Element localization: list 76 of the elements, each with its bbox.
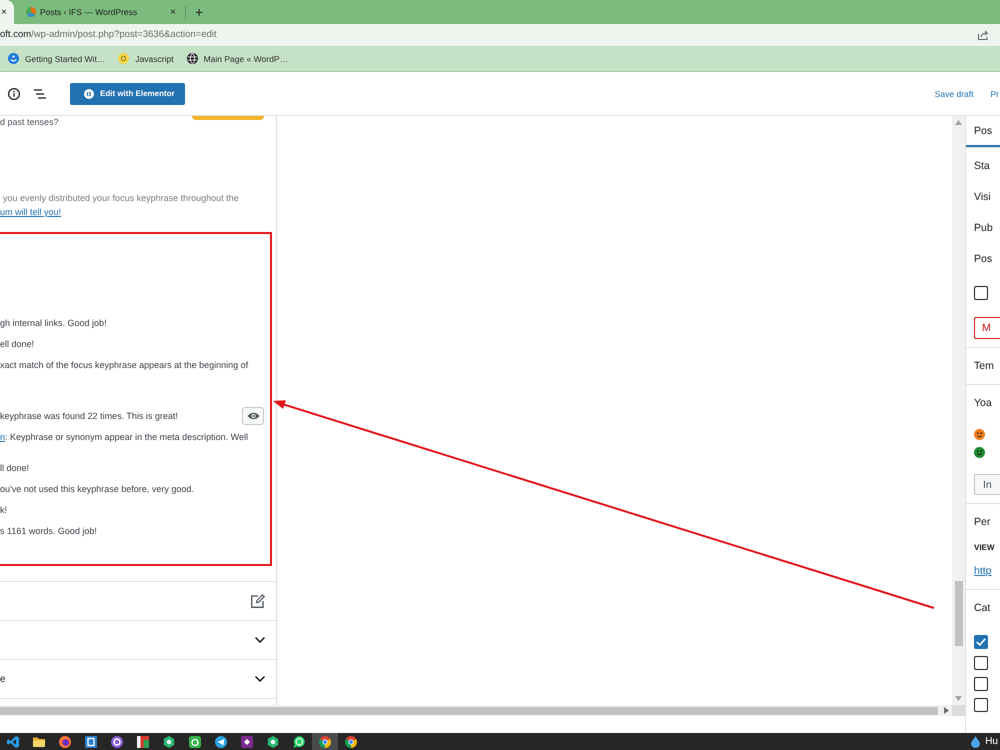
eye-icon	[246, 412, 260, 420]
hexagon-icon	[163, 736, 175, 748]
checkbox[interactable]	[974, 635, 988, 649]
checkbox[interactable]	[974, 286, 988, 300]
url-link[interactable]: http	[974, 561, 1000, 581]
list-icon[interactable]	[34, 88, 46, 98]
action-button[interactable]: In	[974, 474, 1000, 495]
tab-close-button[interactable]: ×	[1, 6, 7, 18]
result-text: k!	[0, 504, 8, 516]
vertical-scrollbar[interactable]	[952, 116, 965, 705]
wheel-icon	[345, 736, 357, 748]
cards-icon	[137, 736, 149, 748]
panel-toggle[interactable]: e	[0, 659, 276, 699]
result-text: s 1161 words. Good job!	[0, 524, 97, 538]
result-text: gh internal links. Good job!	[0, 316, 107, 330]
coin-icon	[118, 53, 130, 64]
code-editor-icon	[7, 736, 19, 748]
share-icon[interactable]	[978, 30, 988, 40]
tick-icon	[976, 638, 986, 646]
window-icon	[85, 736, 97, 748]
bookmark[interactable]: Javascript	[118, 53, 174, 64]
scroll-right-icon[interactable]	[944, 707, 949, 714]
panel-heading[interactable]: Cat	[974, 598, 1000, 618]
tile-icon	[189, 736, 201, 748]
chat-bubble-icon	[293, 736, 305, 748]
globe-icon	[186, 53, 198, 64]
browser-tab[interactable]: ×	[0, 0, 14, 24]
result-text: ell done!	[0, 338, 34, 350]
tray-text[interactable]: Hu	[985, 736, 998, 747]
save-draft-button[interactable]: Save draft	[934, 88, 974, 98]
result-text: n: Keyphrase or synonym appear in the meta description. Well	[0, 430, 248, 444]
bookmark[interactable]: Main Page « WordP…	[186, 53, 288, 64]
info-icon[interactable]	[8, 88, 20, 100]
new-tab-button[interactable]: +	[195, 5, 204, 19]
scrollbar-thumb[interactable]	[0, 706, 938, 714]
panel-heading[interactable]: Tem	[974, 356, 1000, 376]
eye-button[interactable]	[242, 407, 264, 425]
checkbox[interactable]	[974, 677, 988, 691]
edit-icon	[251, 594, 265, 608]
section-caption: VIEW	[974, 542, 996, 554]
help-text: d past tenses?	[0, 116, 59, 128]
hexagon-icon	[267, 736, 279, 748]
ring-icon	[111, 736, 123, 748]
wheel-icon	[319, 736, 331, 748]
result-text: ll done!	[0, 462, 30, 474]
browser-tab[interactable]: Posts ‹ IFS — WordPress ×	[22, 0, 180, 24]
tab-close-button[interactable]: ×	[170, 6, 176, 18]
result-link[interactable]: n	[0, 432, 6, 442]
result-text: keyphrase was found 22 times. This is great!	[0, 410, 178, 423]
droplet-icon[interactable]	[971, 736, 980, 748]
panel-heading[interactable]: Per	[974, 512, 1000, 532]
preview-button[interactable]: Pr	[990, 88, 999, 98]
paper-plane-icon	[215, 736, 227, 748]
result-text: ou've not used this keyphrase before, very good.	[0, 482, 194, 496]
checkbox[interactable]	[974, 656, 988, 670]
help-text: you evenly distributed your focus keyphrase throughout the um will tell you!	[0, 192, 239, 219]
sidebar-tab[interactable]: Pos	[966, 116, 1000, 147]
edit-button[interactable]: Edit with Elementor	[70, 82, 185, 104]
checkbox[interactable]	[974, 698, 988, 712]
diamond-tile-icon	[241, 736, 253, 748]
pie-icon	[26, 7, 36, 17]
logo-icon	[84, 88, 94, 98]
folder-icon	[33, 736, 45, 748]
help-link[interactable]: um will tell you!	[0, 207, 62, 217]
setting-label: Pub	[974, 221, 994, 236]
outline-button[interactable]: M	[974, 317, 1000, 339]
panel-heading[interactable]: Sta	[974, 156, 1000, 176]
setting-label: Pos	[974, 252, 994, 267]
result-text: xact match of the focus keyphrase appears at the beginning of	[0, 358, 248, 372]
bookmark[interactable]: Getting Started Wit…	[8, 53, 106, 64]
setting-label: Visi	[974, 190, 992, 205]
orb-icon	[59, 736, 71, 748]
circle-logo-icon	[8, 53, 19, 64]
horizontal-scrollbar[interactable]	[0, 705, 952, 716]
panel-heading[interactable]: Yoa	[974, 393, 1000, 413]
scrollbar-thumb[interactable]	[954, 581, 962, 646]
